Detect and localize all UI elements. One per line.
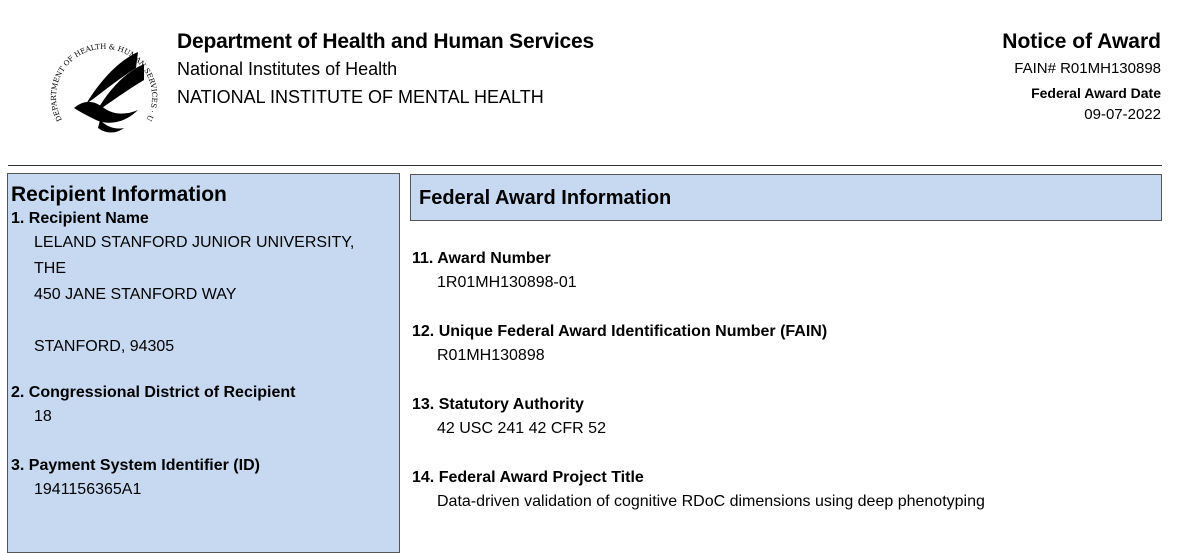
fain-number: FAIN# R01MH130898 xyxy=(1014,60,1161,77)
district-label: 2. Congressional District of Recipient xyxy=(11,384,296,401)
recipient-address-blank xyxy=(8,308,399,334)
institutes-name: National Institutes of Health xyxy=(177,59,398,79)
award-date: 09-07-2022 xyxy=(1084,106,1161,123)
institute-name: NATIONAL INSTITUTE OF MENTAL HEALTH xyxy=(177,87,544,107)
federal-award-details: 11. Award Number 1R01MH130898-01 12. Uni… xyxy=(412,248,1162,515)
notice-title: Notice of Award xyxy=(1002,30,1161,53)
agency-block: Department of Health and Human Services … xyxy=(177,28,594,111)
project-title-label: 14. Federal Award Project Title xyxy=(412,469,644,486)
fain-value: R01MH130898 xyxy=(437,347,545,364)
department-name: Department of Health and Human Services xyxy=(177,30,594,53)
award-number-value: 1R01MH130898-01 xyxy=(437,274,577,291)
recipient-city-line: STANFORD, 94305 xyxy=(34,338,175,355)
payment-id-label: 3. Payment System Identifier (ID) xyxy=(11,457,260,474)
district-value: 18 xyxy=(34,408,52,425)
hhs-seal-logo: DEPARTMENT OF HEALTH & HUMAN SERVICES · … xyxy=(36,9,170,146)
recipient-name-line: LELAND STANFORD JUNIOR UNIVERSITY, xyxy=(34,234,355,251)
federal-award-heading: Federal Award Information xyxy=(410,174,1162,221)
project-title-value: Data-driven validation of cognitive RDoC… xyxy=(437,493,985,510)
recipient-heading: Recipient Information xyxy=(11,183,227,206)
recipient-address-line: 450 JANE STANFORD WAY xyxy=(34,286,237,303)
recipient-name-label: 1. Recipient Name xyxy=(11,210,149,227)
recipient-information-panel: Recipient Information 1. Recipient Name … xyxy=(7,173,400,553)
statutory-authority-label: 13. Statutory Authority xyxy=(412,396,584,413)
fain-label: 12. Unique Federal Award Identification … xyxy=(412,323,828,340)
payment-id-value: 1941156365A1 xyxy=(34,481,142,498)
notice-block: Notice of Award FAIN# R01MH130898 Federa… xyxy=(1002,28,1161,126)
header-divider xyxy=(8,165,1162,166)
award-number-label: 11. Award Number xyxy=(412,250,551,267)
statutory-authority-value: 42 USC 241 42 CFR 52 xyxy=(437,420,606,437)
award-date-label: Federal Award Date xyxy=(1031,85,1161,101)
recipient-name-line: THE xyxy=(34,260,66,277)
